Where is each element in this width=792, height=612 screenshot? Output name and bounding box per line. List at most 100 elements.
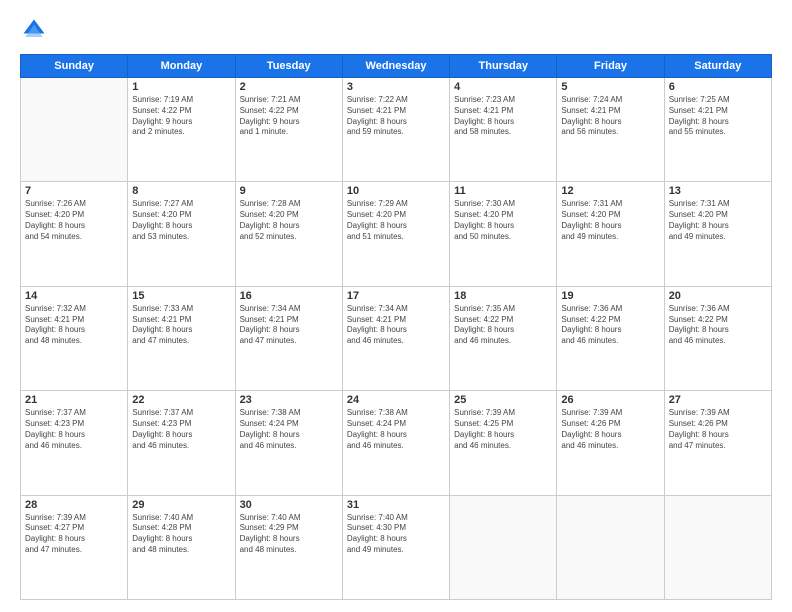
day-number: 12 <box>561 185 659 197</box>
day-number: 6 <box>669 81 767 93</box>
day-info: Sunrise: 7:40 AM Sunset: 4:29 PM Dayligh… <box>240 513 338 556</box>
calendar-header-tuesday: Tuesday <box>235 55 342 78</box>
logo <box>20 16 52 44</box>
calendar-cell: 24 Sunrise: 7:38 AM Sunset: 4:24 PM Dayli… <box>342 391 449 495</box>
day-number: 9 <box>240 185 338 197</box>
day-info: Sunrise: 7:36 AM Sunset: 4:22 PM Dayligh… <box>669 304 767 347</box>
day-number: 31 <box>347 499 445 511</box>
calendar-week-4: 21 Sunrise: 7:37 AM Sunset: 4:23 PM Dayli… <box>21 391 772 495</box>
day-info: Sunrise: 7:29 AM Sunset: 4:20 PM Dayligh… <box>347 199 445 242</box>
calendar-cell <box>21 78 128 182</box>
calendar-cell <box>557 495 664 599</box>
calendar-cell: 28 Sunrise: 7:39 AM Sunset: 4:27 PM Dayli… <box>21 495 128 599</box>
day-number: 19 <box>561 290 659 302</box>
day-number: 7 <box>25 185 123 197</box>
calendar-header-row: SundayMondayTuesdayWednesdayThursdayFrid… <box>21 55 772 78</box>
day-number: 11 <box>454 185 552 197</box>
calendar-cell: 13 Sunrise: 7:31 AM Sunset: 4:20 PM Dayli… <box>664 182 771 286</box>
day-info: Sunrise: 7:31 AM Sunset: 4:20 PM Dayligh… <box>669 199 767 242</box>
day-info: Sunrise: 7:40 AM Sunset: 4:28 PM Dayligh… <box>132 513 230 556</box>
day-info: Sunrise: 7:39 AM Sunset: 4:26 PM Dayligh… <box>561 408 659 451</box>
day-number: 21 <box>25 394 123 406</box>
day-info: Sunrise: 7:26 AM Sunset: 4:20 PM Dayligh… <box>25 199 123 242</box>
calendar-cell: 3 Sunrise: 7:22 AM Sunset: 4:21 PM Daylig… <box>342 78 449 182</box>
day-number: 24 <box>347 394 445 406</box>
day-number: 14 <box>25 290 123 302</box>
calendar-cell: 1 Sunrise: 7:19 AM Sunset: 4:22 PM Daylig… <box>128 78 235 182</box>
calendar-cell: 8 Sunrise: 7:27 AM Sunset: 4:20 PM Daylig… <box>128 182 235 286</box>
logo-icon <box>20 16 48 44</box>
day-info: Sunrise: 7:27 AM Sunset: 4:20 PM Dayligh… <box>132 199 230 242</box>
day-info: Sunrise: 7:35 AM Sunset: 4:22 PM Dayligh… <box>454 304 552 347</box>
day-info: Sunrise: 7:19 AM Sunset: 4:22 PM Dayligh… <box>132 95 230 138</box>
day-info: Sunrise: 7:28 AM Sunset: 4:20 PM Dayligh… <box>240 199 338 242</box>
calendar-cell: 20 Sunrise: 7:36 AM Sunset: 4:22 PM Dayli… <box>664 286 771 390</box>
calendar-header-thursday: Thursday <box>450 55 557 78</box>
day-info: Sunrise: 7:37 AM Sunset: 4:23 PM Dayligh… <box>132 408 230 451</box>
day-info: Sunrise: 7:32 AM Sunset: 4:21 PM Dayligh… <box>25 304 123 347</box>
day-info: Sunrise: 7:34 AM Sunset: 4:21 PM Dayligh… <box>347 304 445 347</box>
day-info: Sunrise: 7:22 AM Sunset: 4:21 PM Dayligh… <box>347 95 445 138</box>
day-number: 30 <box>240 499 338 511</box>
calendar-cell: 15 Sunrise: 7:33 AM Sunset: 4:21 PM Dayli… <box>128 286 235 390</box>
day-info: Sunrise: 7:31 AM Sunset: 4:20 PM Dayligh… <box>561 199 659 242</box>
day-info: Sunrise: 7:25 AM Sunset: 4:21 PM Dayligh… <box>669 95 767 138</box>
calendar-cell: 4Sunrise: 7:23 AM Sunset: 4:21 PM Daylig… <box>450 78 557 182</box>
day-number: 18 <box>454 290 552 302</box>
day-number: 13 <box>669 185 767 197</box>
day-info: Sunrise: 7:39 AM Sunset: 4:27 PM Dayligh… <box>25 513 123 556</box>
calendar-cell: 2 Sunrise: 7:21 AM Sunset: 4:22 PM Daylig… <box>235 78 342 182</box>
calendar-cell: 21 Sunrise: 7:37 AM Sunset: 4:23 PM Dayli… <box>21 391 128 495</box>
calendar-cell: 18 Sunrise: 7:35 AM Sunset: 4:22 PM Dayli… <box>450 286 557 390</box>
day-number: 15 <box>132 290 230 302</box>
calendar-week-5: 28 Sunrise: 7:39 AM Sunset: 4:27 PM Dayli… <box>21 495 772 599</box>
calendar-header-saturday: Saturday <box>664 55 771 78</box>
day-number: 2 <box>240 81 338 93</box>
day-info: Sunrise: 7:37 AM Sunset: 4:23 PM Dayligh… <box>25 408 123 451</box>
calendar-cell: 29 Sunrise: 7:40 AM Sunset: 4:28 PM Dayli… <box>128 495 235 599</box>
calendar-cell: 14 Sunrise: 7:32 AM Sunset: 4:21 PM Dayli… <box>21 286 128 390</box>
day-number: 3 <box>347 81 445 93</box>
day-number: 4 <box>454 81 552 93</box>
calendar-cell: 25 Sunrise: 7:39 AM Sunset: 4:25 PM Dayli… <box>450 391 557 495</box>
calendar-cell: 10Sunrise: 7:29 AM Sunset: 4:20 PM Dayli… <box>342 182 449 286</box>
day-number: 25 <box>454 394 552 406</box>
day-info: Sunrise: 7:34 AM Sunset: 4:21 PM Dayligh… <box>240 304 338 347</box>
calendar-cell: 11 Sunrise: 7:30 AM Sunset: 4:20 PM Dayli… <box>450 182 557 286</box>
day-number: 1 <box>132 81 230 93</box>
calendar-header-sunday: Sunday <box>21 55 128 78</box>
day-info: Sunrise: 7:39 AM Sunset: 4:25 PM Dayligh… <box>454 408 552 451</box>
calendar-header-monday: Monday <box>128 55 235 78</box>
calendar-cell: 23 Sunrise: 7:38 AM Sunset: 4:24 PM Dayli… <box>235 391 342 495</box>
calendar-cell <box>664 495 771 599</box>
day-info: Sunrise: 7:36 AM Sunset: 4:22 PM Dayligh… <box>561 304 659 347</box>
day-info: Sunrise: 7:30 AM Sunset: 4:20 PM Dayligh… <box>454 199 552 242</box>
day-info: Sunrise: 7:38 AM Sunset: 4:24 PM Dayligh… <box>240 408 338 451</box>
calendar-cell: 31Sunrise: 7:40 AM Sunset: 4:30 PM Dayli… <box>342 495 449 599</box>
calendar-cell: 30 Sunrise: 7:40 AM Sunset: 4:29 PM Dayli… <box>235 495 342 599</box>
day-number: 26 <box>561 394 659 406</box>
calendar-cell <box>450 495 557 599</box>
day-number: 16 <box>240 290 338 302</box>
calendar-week-1: 1 Sunrise: 7:19 AM Sunset: 4:22 PM Daylig… <box>21 78 772 182</box>
day-info: Sunrise: 7:21 AM Sunset: 4:22 PM Dayligh… <box>240 95 338 138</box>
calendar-cell: 27 Sunrise: 7:39 AM Sunset: 4:26 PM Dayli… <box>664 391 771 495</box>
day-info: Sunrise: 7:39 AM Sunset: 4:26 PM Dayligh… <box>669 408 767 451</box>
calendar-cell: 5Sunrise: 7:24 AM Sunset: 4:21 PM Daylig… <box>557 78 664 182</box>
day-number: 20 <box>669 290 767 302</box>
calendar-table: SundayMondayTuesdayWednesdayThursdayFrid… <box>20 54 772 600</box>
header <box>20 16 772 44</box>
day-info: Sunrise: 7:33 AM Sunset: 4:21 PM Dayligh… <box>132 304 230 347</box>
day-number: 29 <box>132 499 230 511</box>
calendar-cell: 22 Sunrise: 7:37 AM Sunset: 4:23 PM Dayli… <box>128 391 235 495</box>
calendar-cell: 12 Sunrise: 7:31 AM Sunset: 4:20 PM Dayli… <box>557 182 664 286</box>
day-info: Sunrise: 7:38 AM Sunset: 4:24 PM Dayligh… <box>347 408 445 451</box>
day-number: 22 <box>132 394 230 406</box>
calendar-header-wednesday: Wednesday <box>342 55 449 78</box>
day-number: 8 <box>132 185 230 197</box>
calendar-week-2: 7 Sunrise: 7:26 AM Sunset: 4:20 PM Daylig… <box>21 182 772 286</box>
day-number: 27 <box>669 394 767 406</box>
day-number: 23 <box>240 394 338 406</box>
day-number: 28 <box>25 499 123 511</box>
calendar-cell: 19 Sunrise: 7:36 AM Sunset: 4:22 PM Dayli… <box>557 286 664 390</box>
